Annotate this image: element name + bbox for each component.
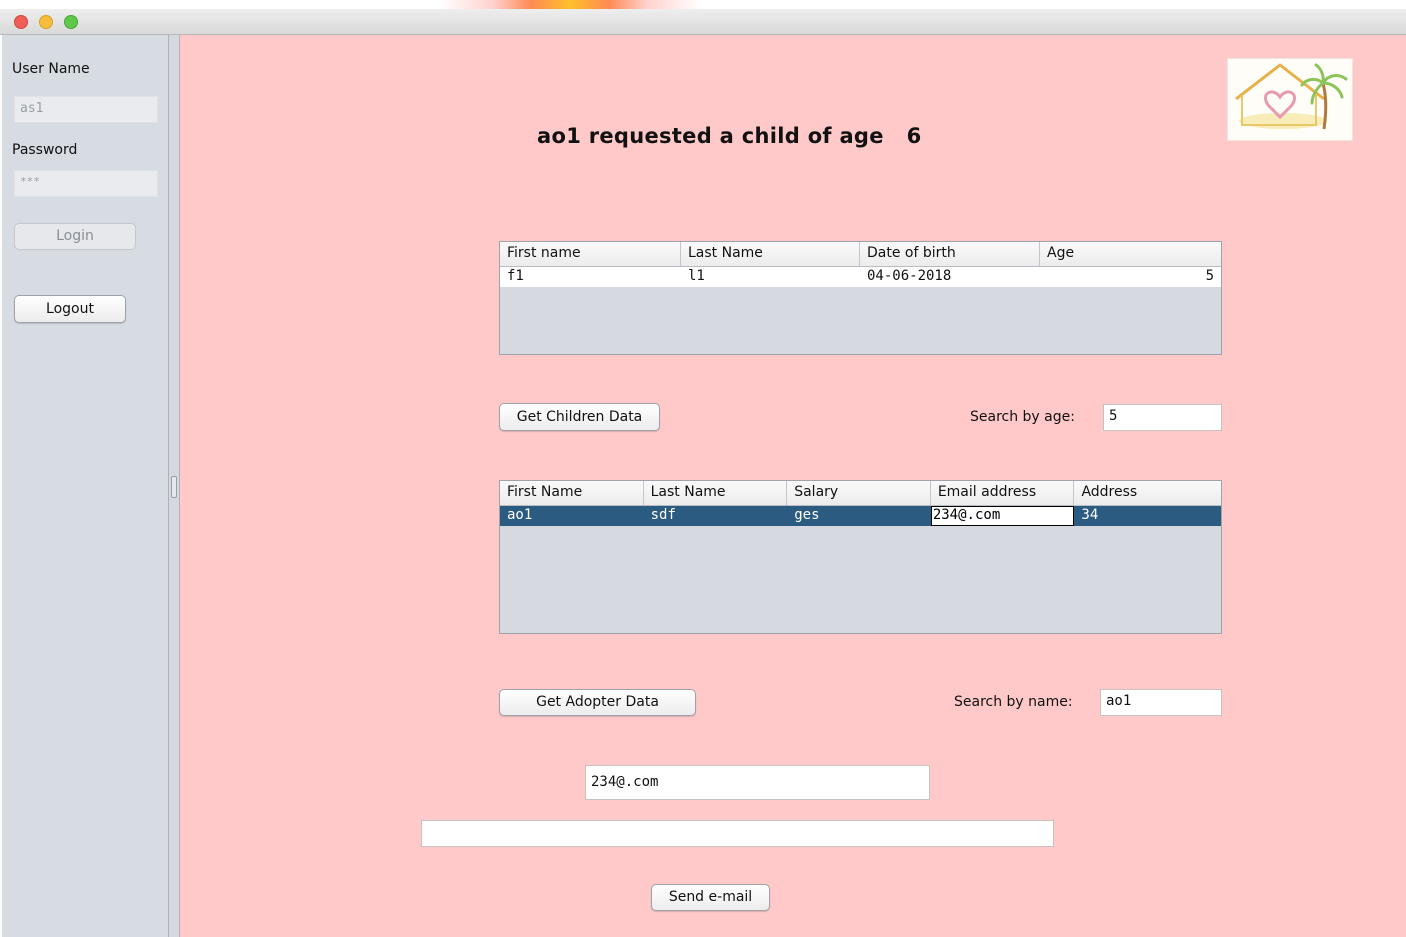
search-by-age-label: Search by age: — [970, 409, 1075, 425]
cell-first-name[interactable]: ao1 — [500, 506, 644, 526]
search-by-age-input[interactable]: 5 — [1103, 404, 1222, 431]
cell-date-of-birth[interactable]: 04-06-2018 — [860, 267, 1040, 287]
search-by-name-input[interactable]: ao1 — [1100, 689, 1222, 716]
username-field[interactable]: as1 — [14, 96, 158, 123]
column-header-address[interactable]: Address — [1074, 481, 1221, 505]
minimize-window-icon[interactable] — [39, 15, 53, 29]
cell-address[interactable]: 34 — [1074, 506, 1221, 526]
logout-button[interactable]: Logout — [14, 295, 126, 323]
column-header-date-of-birth[interactable]: Date of birth — [860, 242, 1040, 266]
send-email-button[interactable]: Send e-mail — [651, 884, 770, 911]
password-label: Password — [12, 142, 78, 158]
column-header-last-name[interactable]: Last Name — [644, 481, 788, 505]
column-header-first-name[interactable]: First name — [500, 242, 681, 266]
cell-age[interactable]: 5 — [1040, 267, 1221, 287]
maximize-window-icon[interactable] — [64, 15, 78, 29]
get-children-data-button[interactable]: Get Children Data — [499, 403, 660, 431]
table-row[interactable]: f1 l1 04-06-2018 5 — [500, 267, 1221, 287]
adopter-table[interactable]: First Name Last Name Salary Email addres… — [499, 480, 1222, 634]
column-header-first-name[interactable]: First Name — [500, 481, 644, 505]
close-window-icon[interactable] — [14, 15, 28, 29]
email-message-input[interactable] — [421, 820, 1054, 847]
password-field[interactable]: *** — [14, 170, 158, 197]
column-header-email-address[interactable]: Email address — [931, 481, 1075, 505]
column-header-salary[interactable]: Salary — [787, 481, 931, 505]
cell-first-name[interactable]: f1 — [500, 267, 681, 287]
children-table[interactable]: First name Last Name Date of birth Age f… — [499, 241, 1222, 355]
column-header-age[interactable]: Age — [1040, 242, 1221, 266]
cell-last-name[interactable]: sdf — [644, 506, 788, 526]
search-by-name-label: Search by name: — [954, 694, 1073, 710]
window-titlebar — [0, 9, 1406, 35]
table-row-selected[interactable]: ao1 sdf ges 234@.com 34 — [500, 506, 1221, 526]
get-adopter-data-button[interactable]: Get Adopter Data — [499, 689, 696, 716]
cell-last-name[interactable]: l1 — [681, 267, 860, 287]
email-recipient-input[interactable]: 234@.com — [585, 765, 930, 800]
column-header-last-name[interactable]: Last Name — [681, 242, 860, 266]
username-label: User Name — [12, 61, 90, 77]
divider-grip-handle[interactable] — [171, 476, 177, 498]
top-decoration — [440, 0, 700, 9]
cell-salary[interactable]: ges — [787, 506, 931, 526]
cell-email-address-editing[interactable]: 234@.com — [930, 506, 1075, 526]
house-heart-logo — [1227, 58, 1353, 141]
login-button[interactable]: Login — [14, 223, 136, 250]
request-heading: ao1 requested a child of age 6 — [537, 124, 922, 148]
children-table-header: First name Last Name Date of birth Age — [500, 242, 1221, 267]
adopter-table-header: First Name Last Name Salary Email addres… — [500, 481, 1221, 506]
